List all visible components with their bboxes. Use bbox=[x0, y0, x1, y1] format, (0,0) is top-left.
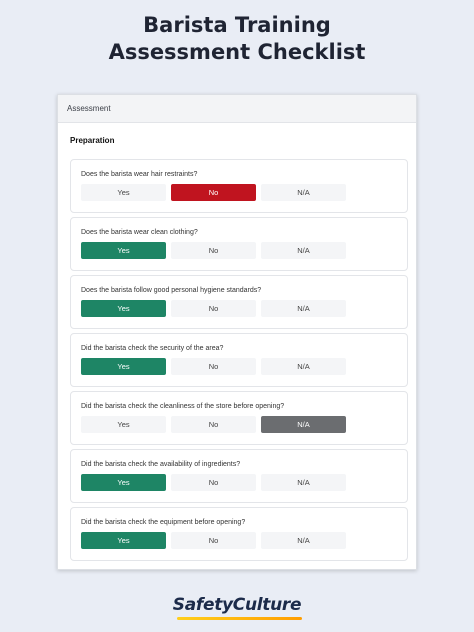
question-text: Did the barista check the security of th… bbox=[81, 345, 224, 352]
no-button[interactable]: No bbox=[171, 184, 256, 201]
question-card: Did the barista check the cleanliness of… bbox=[70, 391, 408, 445]
question-card: Does the barista wear clean clothing? Ye… bbox=[70, 217, 408, 271]
no-button[interactable]: No bbox=[171, 358, 256, 375]
no-button[interactable]: No bbox=[171, 532, 256, 549]
na-button[interactable]: N/A bbox=[261, 416, 346, 433]
yes-button[interactable]: Yes bbox=[81, 474, 166, 491]
yes-button[interactable]: Yes bbox=[81, 300, 166, 317]
yes-button[interactable]: Yes bbox=[81, 416, 166, 433]
question-card: Did the barista check the security of th… bbox=[70, 333, 408, 387]
no-button[interactable]: No bbox=[171, 300, 256, 317]
question-text: Does the barista wear clean clothing? bbox=[81, 229, 198, 236]
yes-button[interactable]: Yes bbox=[81, 358, 166, 375]
question-card: Does the barista follow good personal hy… bbox=[70, 275, 408, 329]
question-card: Did the barista check the availability o… bbox=[70, 449, 408, 503]
logo-underline-icon bbox=[177, 617, 302, 620]
assessment-card: Assessment Preparation Does the barista … bbox=[57, 94, 417, 570]
yes-button[interactable]: Yes bbox=[81, 242, 166, 259]
no-button[interactable]: No bbox=[171, 416, 256, 433]
yes-button[interactable]: Yes bbox=[81, 184, 166, 201]
question-text: Does the barista follow good personal hy… bbox=[81, 287, 262, 294]
question-text: Did the barista check the availability o… bbox=[81, 461, 241, 468]
no-button[interactable]: No bbox=[171, 242, 256, 259]
page-title-line-1: Barista Training bbox=[143, 13, 331, 37]
na-button[interactable]: N/A bbox=[261, 184, 346, 201]
na-button[interactable]: N/A bbox=[261, 474, 346, 491]
section-title: Preparation bbox=[70, 136, 115, 145]
no-button[interactable]: No bbox=[171, 474, 256, 491]
na-button[interactable]: N/A bbox=[261, 242, 346, 259]
page-title-line-2: Assessment Checklist bbox=[108, 40, 366, 64]
page-title: Barista Training Assessment Checklist bbox=[0, 12, 474, 66]
na-button[interactable]: N/A bbox=[261, 358, 346, 375]
card-header: Assessment bbox=[58, 95, 416, 123]
yes-button[interactable]: Yes bbox=[81, 532, 166, 549]
safetyculture-logo: SafetyCulture bbox=[172, 595, 302, 615]
question-text: Does the barista wear hair restraints? bbox=[81, 171, 198, 178]
question-text: Did the barista check the equipment befo… bbox=[81, 519, 246, 526]
na-button[interactable]: N/A bbox=[261, 300, 346, 317]
question-card: Does the barista wear hair restraints? Y… bbox=[70, 159, 408, 213]
question-text: Did the barista check the cleanliness of… bbox=[81, 403, 285, 410]
na-button[interactable]: N/A bbox=[261, 532, 346, 549]
question-card: Did the barista check the equipment befo… bbox=[70, 507, 408, 561]
